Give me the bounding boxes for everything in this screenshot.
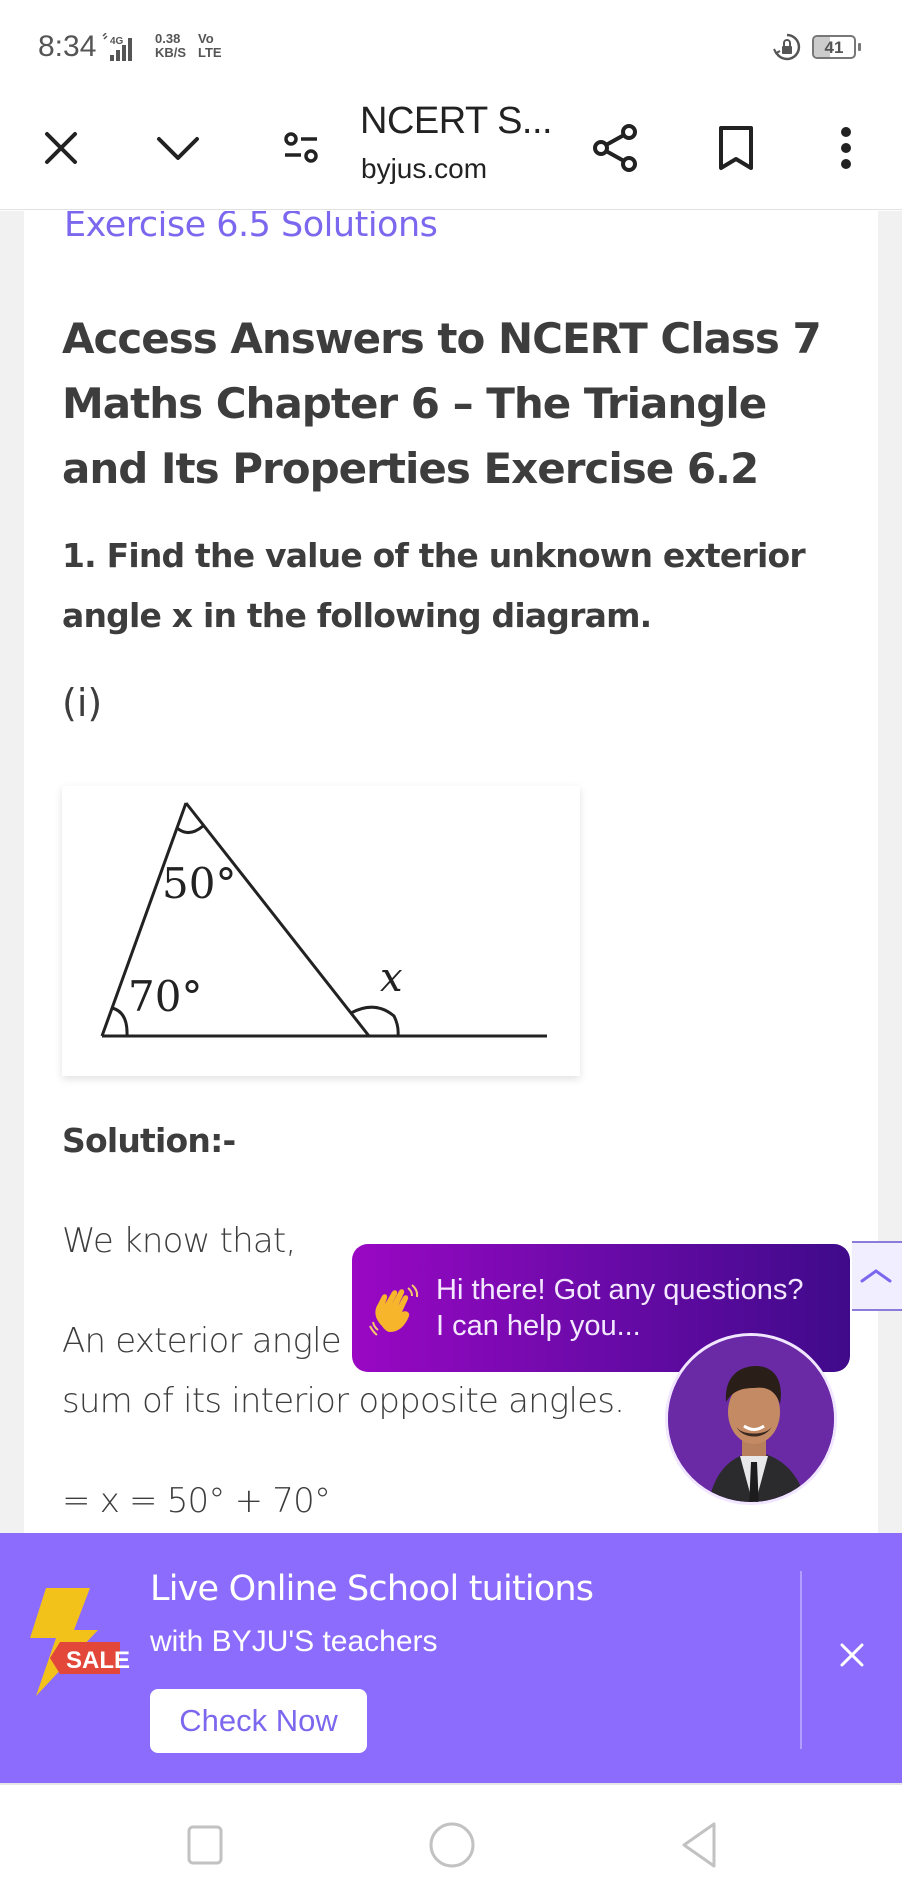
volte-top: Vo: [198, 31, 214, 46]
home-button[interactable]: [424, 1813, 480, 1877]
right-side: [184, 802, 371, 1037]
triangle-figure: 50° 70° x: [62, 786, 580, 1076]
speed-value: 0.38: [155, 31, 181, 46]
solution-label: Solution:-: [62, 1121, 236, 1160]
promo-close-button[interactable]: [830, 1633, 874, 1677]
top-angle-arc: [176, 824, 204, 834]
promo-title: Live Online School tuitions: [150, 1569, 594, 1609]
solution-line-2: An exterior angle: [62, 1321, 342, 1361]
chevron-up-icon: [860, 1269, 892, 1283]
minimize-button[interactable]: [152, 122, 204, 174]
bookmark-button[interactable]: [708, 120, 764, 176]
site-settings-button[interactable]: [278, 122, 324, 174]
promo-divider: [800, 1571, 802, 1749]
home-icon: [429, 1822, 475, 1868]
system-nav-bar: [0, 1783, 902, 1904]
page-title[interactable]: NCERT S...: [360, 100, 553, 143]
check-now-button[interactable]: Check Now: [150, 1689, 367, 1753]
more-options-button[interactable]: [818, 120, 874, 176]
volte-bottom: LTE: [198, 45, 222, 60]
sale-badge-text: SALE: [66, 1647, 130, 1674]
triangle-diagram: 50° 70° x: [100, 802, 547, 1038]
sale-lightning-icon: SALE: [30, 1588, 130, 1696]
left-angle-label: 70°: [128, 972, 202, 1021]
article-heading: Access Answers to NCERT Class 7 Maths Ch…: [62, 314, 822, 493]
back-icon: [682, 1822, 716, 1868]
back-button[interactable]: [672, 1813, 728, 1877]
rotation-lock-icon: [773, 33, 801, 61]
share-icon: [593, 124, 637, 172]
question-text: 1. Find the value of the unknown exterio…: [62, 536, 806, 635]
promo-subtitle: with BYJU'S teachers: [150, 1625, 438, 1658]
scroll-to-top-button[interactable]: [852, 1241, 902, 1311]
chevron-down-icon: [157, 137, 199, 160]
solution-line-1: We know that,: [62, 1221, 296, 1261]
network-speed: 0.38 KB/S: [155, 32, 186, 60]
more-vert-icon: [841, 127, 851, 169]
speed-unit: KB/S: [155, 45, 187, 60]
prev-exercise-link[interactable]: Exercise 6.5 Solutions: [64, 211, 438, 245]
chat-line-1: Hi there! Got any questions?: [436, 1274, 804, 1306]
agent-portrait: [668, 1336, 834, 1502]
signal-icon: 4G: [102, 33, 132, 61]
share-button[interactable]: [588, 120, 644, 176]
status-bar: 8:34 4G 0.38 KB/S Vo LTE 41: [0, 0, 902, 90]
waving-hand-icon: [369, 1284, 419, 1336]
recents-icon: [187, 1825, 223, 1865]
site-settings-icon: [284, 132, 318, 163]
promo-banner: SALE Live Online School tuitions with BY…: [0, 1533, 902, 1783]
chat-agent-avatar[interactable]: [665, 1333, 837, 1505]
page-domain[interactable]: byjus.com: [361, 153, 487, 185]
svg-text:4G: 4G: [110, 36, 124, 47]
bookmark-icon: [719, 126, 753, 170]
close-icon: [840, 1643, 864, 1667]
battery-level: 41: [824, 38, 844, 57]
exterior-angle-label: x: [380, 955, 403, 1001]
top-angle-label: 50°: [162, 859, 236, 908]
solution-line-4: = x = 50° + 70°: [62, 1481, 331, 1521]
solution-line-3: sum of its interior opposite angles.: [62, 1381, 625, 1421]
status-time: 8:34: [38, 30, 97, 63]
volte-indicator: Vo LTE: [198, 32, 222, 60]
recents-button[interactable]: [180, 1815, 230, 1875]
close-icon: [45, 132, 77, 164]
battery-nub: [858, 43, 861, 51]
battery-indicator: 41: [812, 35, 856, 59]
browser-toolbar: NCERT S... byjus.com: [0, 90, 902, 210]
left-angle-arc: [111, 1006, 129, 1037]
close-tab-button[interactable]: [35, 122, 87, 174]
question-part-label: (i): [62, 681, 103, 725]
